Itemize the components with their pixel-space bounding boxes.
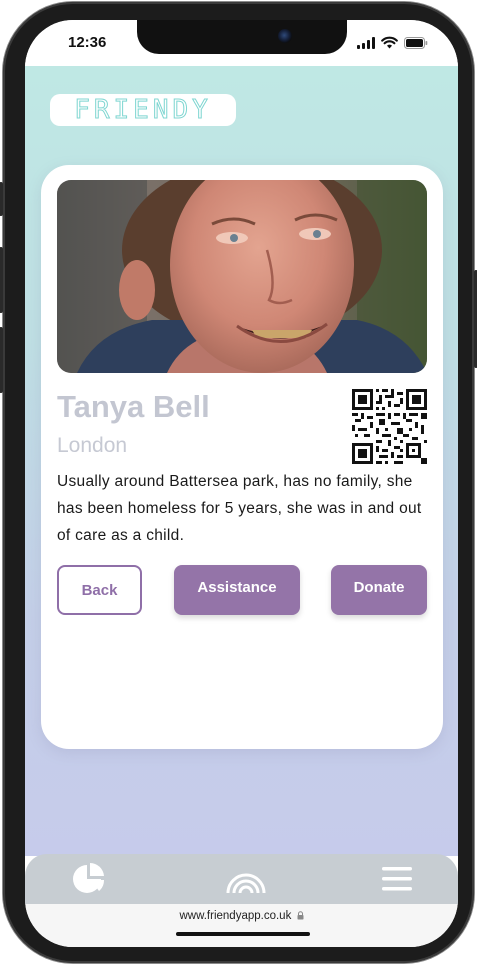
camera-icon xyxy=(278,29,292,43)
pie-chart-icon xyxy=(73,863,105,893)
wifi-icon xyxy=(381,36,398,49)
tab-bar xyxy=(25,854,458,904)
profile-location: London xyxy=(57,434,128,457)
qr-code[interactable] xyxy=(352,389,427,464)
menu-icon xyxy=(382,867,412,891)
status-icons xyxy=(357,36,428,49)
notch xyxy=(137,20,347,54)
assistance-button[interactable]: Assistance xyxy=(174,565,300,615)
status-bar: 12:36 xyxy=(25,20,458,66)
screen: 12:36 FRIENDY Tanya Bell London Usually … xyxy=(25,20,458,947)
url-field[interactable]: www.friendyapp.co.uk xyxy=(25,910,458,922)
mute-switch xyxy=(0,182,3,216)
rainbow-icon xyxy=(226,873,266,893)
home-indicator xyxy=(176,932,310,936)
profile-card: Tanya Bell London Usually around Batters… xyxy=(41,165,443,749)
lock-icon xyxy=(297,911,304,920)
browser-bar: www.friendyapp.co.uk xyxy=(25,904,458,947)
app-content: FRIENDY Tanya Bell London Usually around… xyxy=(25,66,458,856)
tab-menu[interactable] xyxy=(379,862,415,896)
volume-up-button xyxy=(0,247,3,313)
volume-down-button xyxy=(0,327,3,393)
logo-text: FRIENDY xyxy=(74,95,212,126)
cellular-signal-icon xyxy=(357,37,375,49)
tab-home[interactable] xyxy=(224,862,268,896)
status-time: 12:36 xyxy=(68,34,107,51)
url-text: www.friendyapp.co.uk xyxy=(179,910,292,922)
back-button[interactable]: Back xyxy=(57,565,142,615)
donate-button[interactable]: Donate xyxy=(331,565,427,615)
profile-bio: Usually around Battersea park, has no fa… xyxy=(57,473,422,544)
profile-name: Tanya Bell xyxy=(57,389,210,424)
battery-icon xyxy=(404,37,428,49)
friendy-logo[interactable]: FRIENDY xyxy=(50,94,236,126)
phone-frame: 12:36 FRIENDY Tanya Bell London Usually … xyxy=(0,2,477,963)
profile-photo xyxy=(57,180,427,373)
tab-stats[interactable] xyxy=(71,862,107,896)
